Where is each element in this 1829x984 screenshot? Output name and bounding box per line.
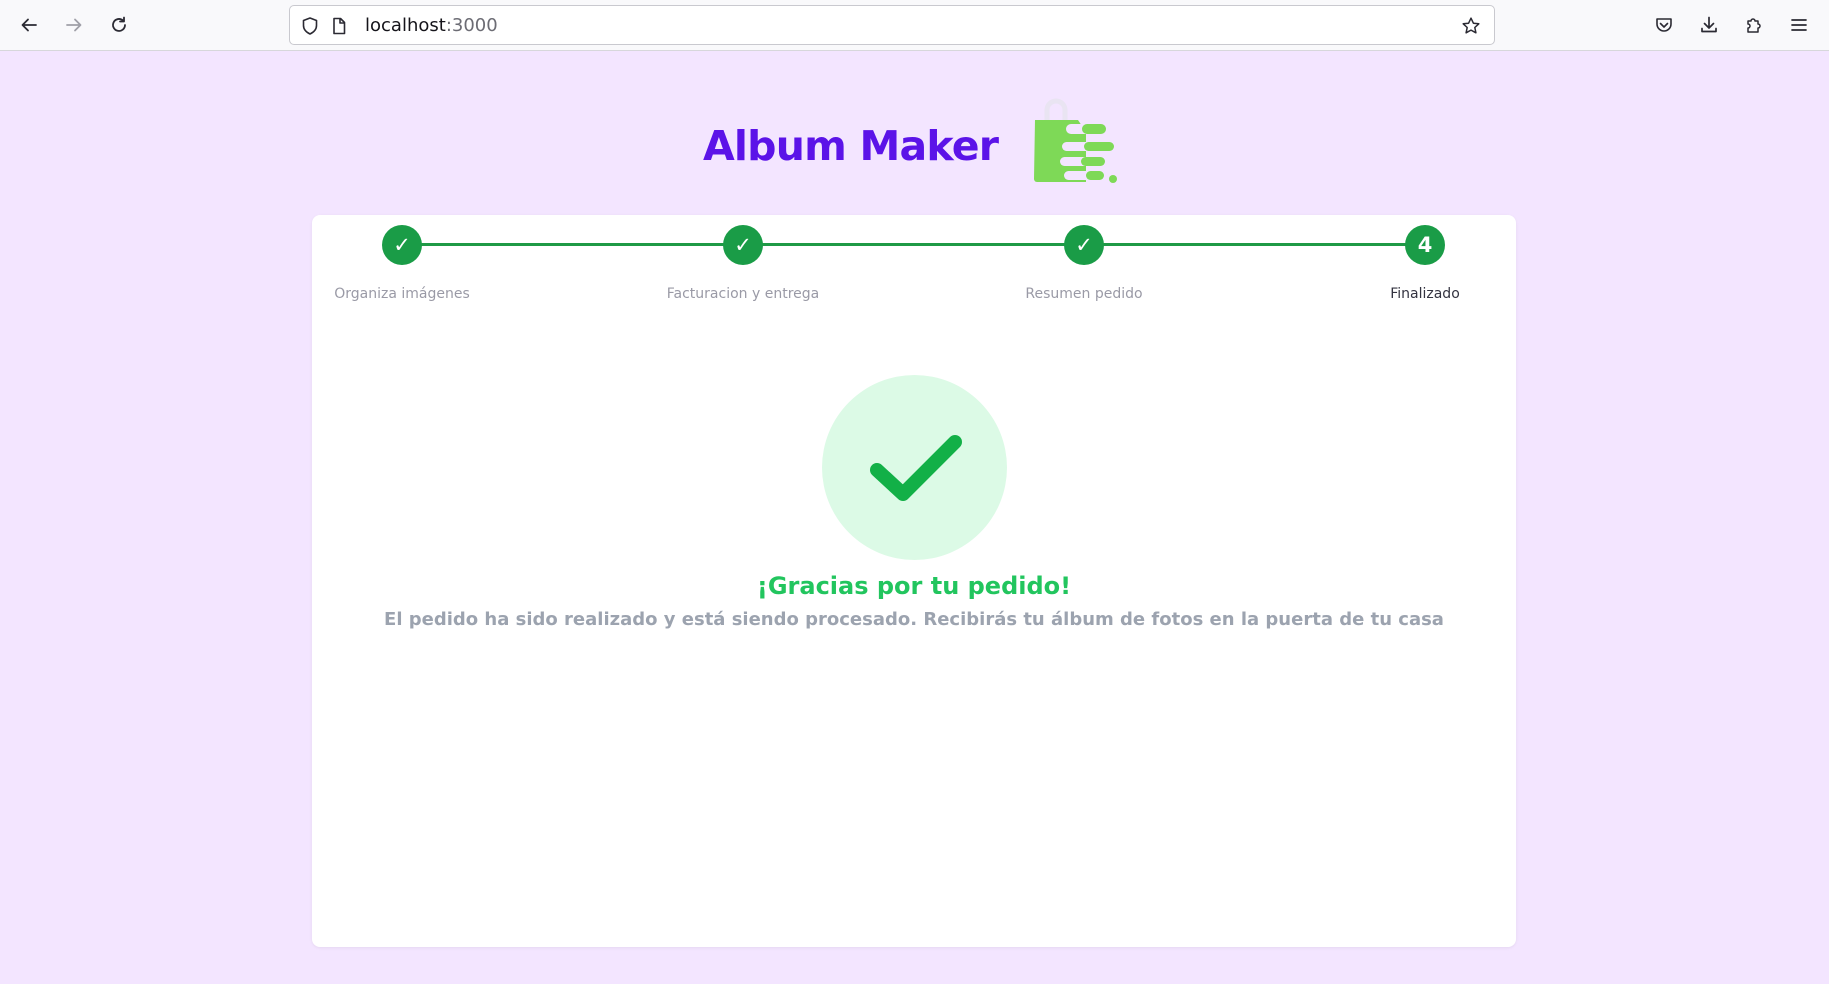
step-1-marker[interactable]: ✓ bbox=[382, 225, 422, 265]
page-icon[interactable] bbox=[328, 15, 350, 37]
back-arrow-icon bbox=[21, 18, 37, 32]
menu-button[interactable] bbox=[1783, 9, 1815, 41]
extensions-icon bbox=[1747, 18, 1761, 33]
star-icon[interactable] bbox=[1460, 15, 1482, 37]
thanks-title: ¡Gracias por tu pedido! bbox=[756, 572, 1072, 600]
brand-header: Album Maker bbox=[703, 96, 1123, 196]
url-bar[interactable]: localhost:3000 bbox=[289, 5, 1495, 45]
forward-arrow-icon bbox=[66, 18, 82, 32]
step-2-marker[interactable]: ✓ bbox=[723, 225, 763, 265]
browser-toolbar: localhost:3000 bbox=[0, 0, 1829, 51]
url-text[interactable]: localhost:3000 bbox=[365, 15, 498, 37]
url-port: :3000 bbox=[445, 15, 498, 36]
step-2-label: Facturacion y entrega bbox=[666, 286, 820, 302]
step-3-label: Resumen pedido bbox=[1025, 286, 1143, 302]
url-host: localhost bbox=[365, 15, 446, 36]
stepper-connector bbox=[743, 243, 1083, 246]
forward-button[interactable] bbox=[58, 9, 90, 41]
brand-title: Album Maker bbox=[703, 122, 999, 170]
menu-icon bbox=[1791, 19, 1807, 31]
pocket-button[interactable] bbox=[1648, 9, 1680, 41]
extensions-button[interactable] bbox=[1738, 9, 1770, 41]
shopping-bag-icon bbox=[1034, 98, 1117, 183]
download-icon bbox=[1701, 16, 1717, 33]
reload-icon bbox=[112, 16, 126, 32]
step-1-label: Organiza imágenes bbox=[334, 286, 470, 302]
downloads-button[interactable] bbox=[1693, 9, 1725, 41]
step-3-marker[interactable]: ✓ bbox=[1064, 225, 1104, 265]
stepper-connector bbox=[1084, 243, 1425, 246]
back-button[interactable] bbox=[13, 9, 45, 41]
pocket-icon bbox=[1656, 18, 1672, 32]
confirmation-message: El pedido ha sido realizado y está siend… bbox=[384, 609, 1444, 630]
shield-icon[interactable] bbox=[299, 15, 321, 37]
step-4-marker[interactable]: 4 bbox=[1405, 225, 1445, 265]
success-badge bbox=[822, 375, 1007, 560]
check-icon bbox=[869, 434, 962, 501]
step-4-label: Finalizado bbox=[1390, 286, 1460, 302]
reload-button[interactable] bbox=[103, 9, 135, 41]
stepper-connector bbox=[402, 243, 742, 246]
